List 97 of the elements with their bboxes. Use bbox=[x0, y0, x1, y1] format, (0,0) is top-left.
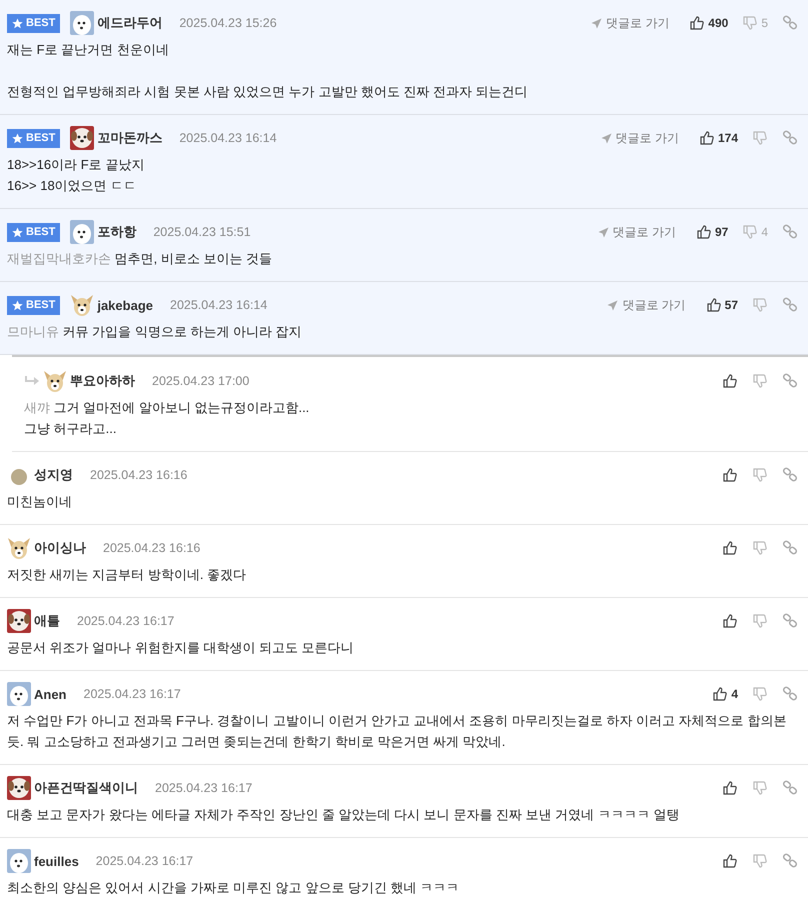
best-badge: BEST bbox=[7, 296, 60, 314]
thumbs-up-icon bbox=[722, 853, 738, 869]
thumbs-down-icon bbox=[752, 853, 768, 869]
avatar-icon bbox=[7, 849, 31, 873]
thumbs-down-icon bbox=[752, 686, 768, 702]
best-badge: BEST bbox=[7, 14, 60, 32]
avatar-icon bbox=[43, 369, 67, 393]
goto-comment-link[interactable]: 댓글로 가기 bbox=[600, 130, 679, 146]
avatar-icon bbox=[70, 220, 94, 244]
comment-text: 새꺄 그거 얼마전에 알아보니 없는규정이라고함... 그냥 허구라고... bbox=[24, 399, 310, 438]
send-icon bbox=[600, 132, 612, 144]
thumbs-down-icon bbox=[752, 540, 768, 556]
comment-date: 2025.04.23 16:16 bbox=[90, 468, 188, 482]
thumbs-down-icon bbox=[742, 224, 758, 240]
comment-date: 2025.04.23 16:16 bbox=[103, 541, 200, 555]
star-icon bbox=[12, 132, 23, 144]
comment-text: 최소한의 양심은 있어서 시간을 가짜로 미루진 않고 앞으로 당기긴 했네 ㅋㅋㅋ bbox=[7, 879, 460, 897]
comment-text: 저짓한 새끼는 지금부터 방학이네. 좋겠다 bbox=[7, 566, 248, 584]
author-name[interactable]: 애틀 bbox=[34, 612, 60, 630]
send-icon bbox=[607, 300, 618, 310]
thumbs-up-icon bbox=[696, 224, 712, 240]
avatar-icon bbox=[7, 776, 31, 800]
star-icon bbox=[12, 226, 23, 238]
like-button[interactable]: 97 bbox=[692, 224, 732, 240]
comment-date: 2025.04.23 15:26 bbox=[179, 16, 277, 30]
thumbs-down-icon bbox=[752, 297, 768, 313]
thumbs-up-icon bbox=[698, 130, 715, 146]
thumbs-down-icon bbox=[742, 15, 758, 31]
comment-text: 18>>16이라 F로 끝났지 16>> 18이었으면 ㄷㄷ bbox=[7, 156, 146, 195]
goto-comment-link[interactable]: 댓글로 가기 bbox=[590, 14, 670, 32]
goto-comment-link[interactable]: 댓글로 가기 bbox=[598, 224, 676, 240]
send-icon bbox=[598, 226, 609, 238]
like-button[interactable]: 490 bbox=[685, 15, 732, 31]
author-name[interactable]: 에드라두어 bbox=[97, 14, 162, 32]
link-icon bbox=[782, 613, 798, 629]
avatar-icon bbox=[70, 293, 94, 317]
comment-date: 2025.04.23 16:14 bbox=[179, 131, 277, 145]
comment-text: 대충 보고 문자가 왔다는 에타글 자체가 주작인 장난인 줄 알았는데 다시 보니 문자를 진짜 보낸 거였네 ㅋㅋㅋㅋ 얼탱 bbox=[7, 806, 680, 824]
author-name[interactable]: feuilles bbox=[34, 854, 79, 868]
best-badge: BEST bbox=[7, 222, 60, 242]
author-name[interactable]: 꼬마돈까스 bbox=[97, 129, 162, 147]
author-name[interactable]: 아이싱나 bbox=[34, 539, 86, 557]
comment-text: 므마니유 커뮤 가입을 익명으로 하는게 아니라 잡지 bbox=[7, 323, 303, 341]
send-icon bbox=[590, 18, 602, 28]
comment-date: 2025.04.23 15:51 bbox=[153, 225, 251, 239]
comment-text: 저 수업만 F가 아니고 전과목 F구나. 경찰이니 고발이니 이런거 안가고 교내에서 조용히 마무리짓는걸로 하자 이러고 자체적으로 합의본 듯. 뭐 고소당하고 전과생기고 그러면 좆되는건데 한학기 학비로 막은거면 싸게 막았네. bbox=[7, 712, 788, 751]
link-icon bbox=[782, 15, 798, 31]
avatar-icon bbox=[70, 11, 94, 35]
thumbs-up-icon bbox=[722, 467, 738, 483]
link-icon bbox=[782, 540, 798, 556]
link-icon bbox=[782, 780, 798, 796]
thumbs-down-icon bbox=[752, 130, 768, 146]
comment-date: 2025.04.23 17:00 bbox=[152, 374, 250, 388]
comment-text: 재벌집막내호카손 멈추면, 비로소 보이는 것들 bbox=[7, 250, 274, 268]
thumbs-up-icon bbox=[722, 373, 738, 389]
author-name[interactable]: 성지영 bbox=[34, 466, 73, 484]
like-button[interactable]: 4 bbox=[708, 686, 742, 702]
like-button[interactable]: 57 bbox=[702, 297, 742, 313]
star-icon bbox=[12, 300, 23, 310]
thumbs-down-icon bbox=[752, 780, 768, 796]
link-icon bbox=[782, 224, 798, 240]
author-name[interactable]: jakebage bbox=[97, 298, 153, 312]
author-name[interactable]: Anen bbox=[34, 686, 66, 702]
author-name[interactable]: 뿌요아하하 bbox=[70, 372, 135, 390]
comment-date: 2025.04.23 16:17 bbox=[96, 854, 194, 868]
comment-text: 미친놈이네 bbox=[7, 493, 73, 511]
comment-date: 2025.04.23 16:14 bbox=[170, 298, 268, 312]
star-icon bbox=[12, 18, 23, 28]
goto-comment-link[interactable]: 댓글로 가기 bbox=[607, 296, 686, 314]
thumbs-up-icon bbox=[722, 613, 738, 629]
thumbs-down-icon bbox=[752, 467, 768, 483]
thumbs-down-icon bbox=[752, 373, 768, 389]
thumbs-up-icon bbox=[722, 780, 738, 796]
link-icon bbox=[782, 373, 798, 389]
comment-text: 공문서 위조가 얼마나 위험한지를 대학생이 되고도 모른다니 bbox=[7, 639, 355, 657]
comment-date: 2025.04.23 16:17 bbox=[84, 687, 181, 701]
comment-text: 재는 F로 끝난거면 천운이네 전형적인 업무방해죄라 시험 못본 사람 있었으면 누가 고발만 했어도 진짜 전과자 되는건디 bbox=[7, 41, 529, 101]
like-button[interactable]: 174 bbox=[694, 130, 742, 146]
thumbs-up-icon bbox=[706, 297, 722, 313]
author-name[interactable]: 포하항 bbox=[97, 223, 136, 241]
thumbs-up-icon bbox=[712, 686, 728, 702]
link-icon bbox=[782, 297, 798, 313]
link-icon bbox=[782, 686, 798, 702]
thumbs-down-icon bbox=[752, 613, 768, 629]
avatar-icon bbox=[7, 682, 31, 706]
comment-date: 2025.04.23 16:17 bbox=[155, 781, 252, 795]
avatar-icon bbox=[7, 609, 31, 633]
avatar-icon bbox=[70, 126, 94, 150]
author-name[interactable]: 아픈건딱질색이니 bbox=[34, 779, 138, 797]
link-icon bbox=[782, 467, 798, 483]
link-icon bbox=[782, 130, 798, 146]
avatar-icon bbox=[7, 536, 31, 560]
link-icon bbox=[782, 853, 798, 869]
comment-date: 2025.04.23 16:17 bbox=[77, 614, 174, 628]
thumbs-up-icon bbox=[689, 15, 706, 31]
thumbs-up-icon bbox=[722, 540, 738, 556]
best-badge: BEST bbox=[7, 128, 60, 148]
